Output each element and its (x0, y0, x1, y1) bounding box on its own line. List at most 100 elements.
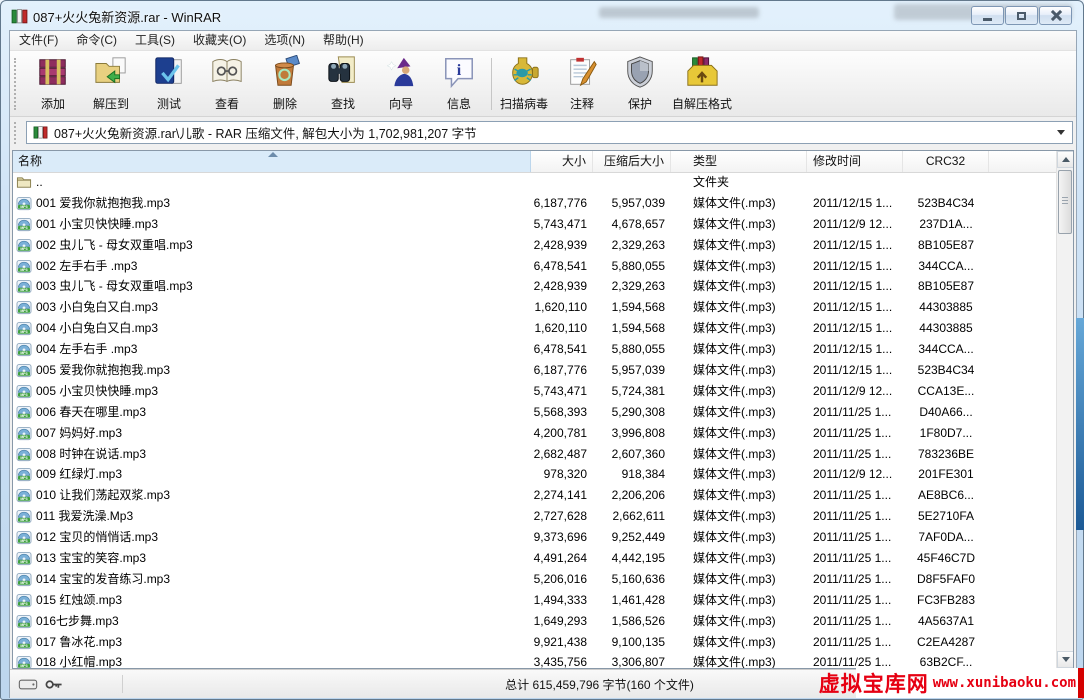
toolbar-button-add[interactable]: 添加 (24, 54, 82, 114)
mp3-file-icon: MP3 (16, 467, 32, 482)
toolbar-button-scan-virus[interactable]: 扫描病毒 (495, 54, 553, 114)
svg-text:MP3: MP3 (20, 560, 27, 564)
column-header-type[interactable]: 类型 (671, 151, 807, 172)
file-row[interactable]: MP3013 宝宝的笑容.mp34,491,2644,442,195媒体文件(.… (13, 548, 1056, 569)
file-row[interactable]: MP3004 左手右手 .mp36,478,5415,880,055媒体文件(.… (13, 339, 1056, 360)
scrollbar-thumb[interactable] (1058, 170, 1072, 234)
toolbar-button-view[interactable]: 查看 (198, 54, 256, 114)
file-row[interactable]: MP3014 宝宝的发音练习.mp35,206,0165,160,636媒体文件… (13, 569, 1056, 590)
delete-icon (267, 55, 303, 94)
file-row[interactable]: MP3007 妈妈好.mp34,200,7813,996,808媒体文件(.mp… (13, 423, 1056, 444)
mp3-file-icon: MP3 (16, 196, 32, 211)
file-row[interactable]: MP3016七步舞.mp31,649,2931,586,526媒体文件(.mp3… (13, 611, 1056, 632)
address-combo[interactable]: 087+火火兔新资源.rar\儿歌 - RAR 压缩文件, 解包大小为 1,70… (26, 121, 1073, 144)
file-size-cell: 1,620,110 (531, 318, 593, 339)
file-name-text: 008 时钟在说话.mp3 (36, 444, 146, 465)
file-type-cell: 媒体文件(.mp3) (671, 423, 807, 444)
toolbar-button-label: 注释 (570, 95, 594, 112)
file-crc-cell: 523B4C34 (903, 193, 989, 214)
toolbar-button-protect[interactable]: 保护 (611, 54, 669, 114)
file-row[interactable]: MP3009 红绿灯.mp3978,320918,384媒体文件(.mp3)20… (13, 464, 1056, 485)
file-name-cell: MP3008 时钟在说话.mp3 (13, 444, 531, 465)
file-type-cell: 媒体文件(.mp3) (671, 632, 807, 653)
window-title: 087+火火兔新资源.rar - WinRAR (33, 7, 221, 26)
file-row[interactable]: MP3006 春天在哪里.mp35,568,3935,290,308媒体文件(.… (13, 402, 1056, 423)
file-row[interactable]: MP3003 虫儿飞 - 母女双重唱.mp32,428,9392,329,263… (13, 276, 1056, 297)
file-name-text: 002 左手右手 .mp3 (36, 256, 137, 277)
menu-help[interactable]: 帮助(H) (314, 31, 373, 50)
scroll-up-button[interactable] (1057, 151, 1074, 168)
svg-text:MP3: MP3 (20, 477, 27, 481)
file-row[interactable]: MP3012 宝贝的悄悄话.mp39,373,6969,252,449媒体文件(… (13, 527, 1056, 548)
file-row[interactable]: MP3002 左手右手 .mp36,478,5415,880,055媒体文件(.… (13, 256, 1056, 277)
file-row[interactable]: MP3004 小白兔白又白.mp31,620,1101,594,568媒体文件(… (13, 318, 1056, 339)
file-row[interactable]: MP3005 小宝贝快快睡.mp35,743,4715,724,381媒体文件(… (13, 381, 1056, 402)
toolbar-button-wizard[interactable]: 向导 (372, 54, 430, 114)
scroll-down-button[interactable] (1057, 651, 1074, 668)
menu-favorites[interactable]: 收藏夹(O) (184, 31, 255, 50)
toolbar-button-test[interactable]: 测试 (140, 54, 198, 114)
file-modified-cell: 2011/11/25 1... (807, 485, 903, 506)
file-packed-cell: 5,880,055 (593, 339, 671, 360)
maximize-button[interactable] (1005, 6, 1038, 25)
file-packed-cell: 5,290,308 (593, 402, 671, 423)
titlebar[interactable]: 087+火火兔新资源.rar - WinRAR (11, 5, 963, 28)
file-name-text: 005 小宝贝快快睡.mp3 (36, 381, 158, 402)
toolbar-button-sfx[interactable]: 自解压格式 (669, 54, 735, 114)
menu-tools[interactable]: 工具(S) (126, 31, 184, 50)
toolbar-button-comment[interactable]: 注释 (553, 54, 611, 114)
toolbar-button-info[interactable]: i信息 (430, 54, 488, 114)
minimize-button[interactable] (971, 6, 1004, 25)
column-header-modified[interactable]: 修改时间 (807, 151, 903, 172)
column-header-filler (989, 151, 1056, 172)
column-header-packed[interactable]: 压缩后大小 (593, 151, 671, 172)
file-name-cell: MP3009 红绿灯.mp3 (13, 464, 531, 485)
file-name-cell: MP3004 左手右手 .mp3 (13, 339, 531, 360)
toolbar-button-delete[interactable]: 删除 (256, 54, 314, 114)
file-name-text: 010 让我们荡起双浆.mp3 (36, 485, 170, 506)
file-name-cell: MP3002 左手右手 .mp3 (13, 256, 531, 277)
parent-folder-row[interactable]: .. 文件夹 (13, 172, 1056, 193)
close-button[interactable] (1039, 6, 1072, 25)
file-modified-cell: 2011/11/25 1... (807, 652, 903, 668)
file-row[interactable]: MP3001 爱我你就抱抱我.mp36,187,7765,957,039媒体文件… (13, 193, 1056, 214)
file-type-cell: 媒体文件(.mp3) (671, 381, 807, 402)
file-row[interactable]: MP3002 虫儿飞 - 母女双重唱.mp32,428,9392,329,263… (13, 235, 1056, 256)
file-type-cell: 媒体文件(.mp3) (671, 569, 807, 590)
file-type-cell: 文件夹 (671, 172, 807, 193)
file-row[interactable]: MP3015 红烛颂.mp31,494,3331,461,428媒体文件(.mp… (13, 590, 1056, 611)
file-row[interactable]: MP3010 让我们荡起双浆.mp32,274,1412,206,206媒体文件… (13, 485, 1056, 506)
key-icon[interactable] (44, 678, 64, 691)
file-row[interactable]: MP3017 鲁冰花.mp39,921,4389,100,135媒体文件(.mp… (13, 632, 1056, 653)
drive-icon[interactable] (18, 678, 38, 691)
file-row[interactable]: MP3001 小宝贝快快睡.mp35,743,4714,678,657媒体文件(… (13, 214, 1056, 235)
file-row[interactable]: MP3018 小红帽.mp33,435,7563,306,807媒体文件(.mp… (13, 652, 1056, 668)
toolbar-button-extract-to[interactable]: 解压到 (82, 54, 140, 114)
menu-options[interactable]: 选项(N) (255, 31, 314, 50)
menu-commands[interactable]: 命令(C) (67, 31, 126, 50)
file-row[interactable]: MP3003 小白兔白又白.mp31,620,1101,594,568媒体文件(… (13, 297, 1056, 318)
column-header-crc32[interactable]: CRC32 (903, 151, 989, 172)
file-modified-cell: 2011/12/15 1... (807, 339, 903, 360)
file-size-cell: 6,478,541 (531, 339, 593, 360)
vertical-scrollbar[interactable] (1056, 151, 1073, 668)
file-name-cell: MP3015 红烛颂.mp3 (13, 590, 531, 611)
file-type-cell: 媒体文件(.mp3) (671, 339, 807, 360)
menu-file[interactable]: 文件(F) (10, 31, 67, 50)
column-header-size[interactable]: 大小 (531, 151, 593, 172)
column-header-name[interactable]: 名称 (13, 151, 531, 172)
toolbar-button-find[interactable]: 查找 (314, 54, 372, 114)
address-dropdown-button[interactable] (1052, 124, 1070, 141)
file-type-cell: 媒体文件(.mp3) (671, 193, 807, 214)
file-row[interactable]: MP3008 时钟在说话.mp32,682,4872,607,360媒体文件(.… (13, 444, 1056, 465)
mp3-file-icon: MP3 (16, 426, 32, 441)
file-row[interactable]: MP3005 爱我你就抱抱我.mp36,187,7765,957,039媒体文件… (13, 360, 1056, 381)
toolbar-grip[interactable] (14, 58, 19, 110)
file-row[interactable]: MP3011 我爱洗澡.Mp32,727,6282,662,611媒体文件(.m… (13, 506, 1056, 527)
file-name-text: .. (36, 172, 43, 193)
file-packed-cell: 4,678,657 (593, 214, 671, 235)
file-size-cell: 9,373,696 (531, 527, 593, 548)
file-size-cell: 1,649,293 (531, 611, 593, 632)
address-bar-grip[interactable] (14, 122, 19, 144)
svg-text:MP3: MP3 (20, 372, 27, 376)
